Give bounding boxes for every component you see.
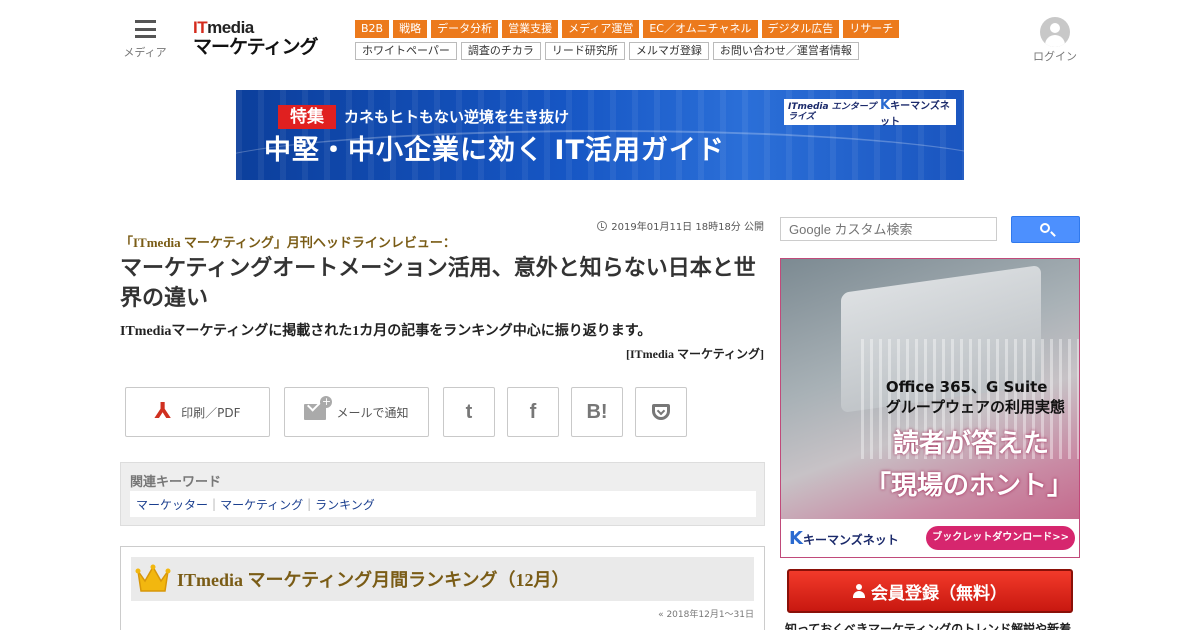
login-label: ログイン	[1033, 50, 1077, 63]
category-b2b[interactable]: B2B	[355, 20, 390, 38]
site-logo[interactable]: ITmedia マーケティング	[193, 18, 318, 58]
search-button[interactable]	[1011, 216, 1080, 243]
sub-link-whitepaper[interactable]: ホワイトペーパー	[355, 42, 457, 60]
ranking-title: ITmedia マーケティング月間ランキング（12月）	[177, 570, 570, 590]
register-button[interactable]: 会員登録（無料）	[787, 569, 1073, 613]
category-media-operation[interactable]: メディア運営	[562, 20, 640, 38]
sponsor-itmedia-enterprise: ITmedia エンタープライズ	[788, 102, 877, 122]
related-keywords-heading: 関連キーワード	[130, 475, 222, 490]
sidebar-ad[interactable]: Office 365、G Suite グループウェアの利用実態 読者が答えた 「…	[780, 258, 1080, 558]
related-keywords-list: マーケッター | マーケティング | ランキング	[130, 491, 756, 517]
register-label: 会員登録（無料）	[871, 583, 1007, 604]
twitter-share-button[interactable]: t	[443, 387, 495, 437]
sponsor-keymans-label: キーマンズネット	[880, 100, 950, 128]
ad-copy: Office 365、G Suite グループウェアの利用実態	[886, 377, 1065, 417]
sub-link-research-power[interactable]: 調査のチカラ	[460, 42, 541, 60]
clock-icon	[597, 220, 608, 231]
hatena-share-button[interactable]: B!	[571, 387, 623, 437]
hatena-icon: B!	[586, 400, 608, 423]
logo-media: media	[207, 18, 254, 37]
print-pdf-label: 印刷／PDF	[181, 405, 241, 420]
banner-subtitle: カネもヒトもない逆境を生き抜け	[344, 108, 570, 126]
banner-tag: 特集	[278, 105, 336, 129]
search-icon	[1040, 223, 1050, 233]
ad-download-button[interactable]: ブックレットダウンロード>>	[926, 526, 1075, 550]
keyword-marketer[interactable]: マーケッター	[136, 496, 208, 513]
ad-headline-1: 読者が答えた	[892, 429, 1049, 459]
category-ec-omnichannel[interactable]: EC／オムニチャネル	[643, 20, 758, 38]
ad-line-1: Office 365、G Suite	[885, 378, 1048, 396]
logo-it: IT	[193, 18, 208, 37]
crown-icon	[135, 564, 171, 592]
sponsor-keymans-net: Kキーマンズネット	[880, 97, 952, 128]
ad-footer: Kキーマンズネット ブックレットダウンロード>>	[781, 519, 1079, 557]
facebook-icon: f	[529, 400, 537, 423]
related-keywords: 関連キーワード マーケッター | マーケティング | ランキング	[120, 462, 765, 526]
logo-name: マーケティング	[193, 36, 318, 58]
keyword-marketing[interactable]: マーケティング	[220, 496, 303, 513]
feature-banner[interactable]: 特集 カネもヒトもない逆境を生き抜け 中堅・中小企業に効く IT活用ガイド IT…	[236, 90, 964, 180]
print-pdf-button[interactable]: ⅄ 印刷／PDF	[125, 387, 270, 437]
twitter-icon: t	[465, 400, 473, 423]
ranking-period: « 2018年12月1～31日	[658, 610, 754, 620]
pocket-icon	[652, 404, 670, 420]
category-nav: B2B 戦略 データ分析 営業支援 メディア運営 EC／オムニチャネル デジタル…	[355, 20, 900, 38]
ad-brand: Kキーマンズネット	[789, 528, 899, 549]
sub-nav: ホワイトペーパー 調査のチカラ リード研究所 メルマガ登録 お問い合わせ／運営者…	[355, 42, 859, 60]
facebook-share-button[interactable]: f	[507, 387, 559, 437]
publish-date-text: 2019年01月11日 18時18分 公開	[611, 222, 764, 233]
pdf-icon: ⅄	[154, 399, 172, 424]
hamburger-icon	[134, 20, 156, 38]
ad-brand-k-glyph: K	[789, 527, 803, 549]
article-kicker: 「ITmedia マーケティング」月刊ヘッドラインレビュー：	[120, 235, 456, 250]
ranking-section: ITmedia マーケティング月間ランキング（12月） « 2018年12月1～…	[120, 546, 765, 630]
login-button[interactable]: ログイン	[1030, 17, 1080, 64]
pocket-share-button[interactable]	[635, 387, 687, 437]
ad-headline-2: 「現場のホント」	[864, 471, 1073, 501]
mail-notify-button[interactable]: メールで通知	[284, 387, 429, 437]
sub-link-newsletter[interactable]: メルマガ登録	[628, 42, 709, 60]
sub-link-lead-lab[interactable]: リード研究所	[544, 42, 625, 60]
category-strategy[interactable]: 戦略	[393, 20, 428, 38]
banner-title: 中堅・中小企業に効く IT活用ガイド	[264, 135, 725, 166]
keyword-ranking[interactable]: ランキング	[315, 496, 375, 513]
sub-link-contact[interactable]: お問い合わせ／運営者情報	[712, 42, 859, 60]
category-sales-support[interactable]: 営業支援	[502, 20, 559, 38]
publish-date: 2019年01月11日 18時18分 公開	[597, 218, 764, 233]
menu-label: メディア	[123, 46, 167, 59]
mail-icon	[304, 396, 333, 420]
ad-line-2: グループウェアの利用実態	[885, 398, 1065, 416]
user-icon	[1040, 17, 1070, 47]
mail-notify-label: メールで通知	[336, 405, 409, 420]
category-digital-ads[interactable]: デジタル広告	[761, 20, 840, 38]
ad-brand-label: キーマンズネット	[802, 532, 899, 547]
article-byline: [ITmedia マーケティング]	[625, 347, 764, 361]
search-input[interactable]	[780, 217, 997, 241]
sidebar-teaser: 知っておくべきマーケティングのトレンド解説や新着	[785, 622, 1072, 630]
category-research[interactable]: リサーチ	[843, 20, 900, 38]
article-title: マーケティングオートメーション活用、意外と知らない日本と世界の違い	[120, 256, 756, 311]
person-icon	[853, 584, 865, 598]
category-data-analysis[interactable]: データ分析	[431, 20, 499, 38]
article-lead: ITmediaマーケティングに掲載された1カ月の記事をランキング中心に振り返りま…	[120, 324, 652, 339]
sponsor-k-glyph: K	[880, 97, 891, 113]
banner-sponsors: ITmedia エンタープライズ Kキーマンズネット	[784, 97, 956, 128]
ranking-header: ITmedia マーケティング月間ランキング（12月）	[131, 557, 754, 601]
menu-button[interactable]: メディア	[120, 20, 170, 60]
